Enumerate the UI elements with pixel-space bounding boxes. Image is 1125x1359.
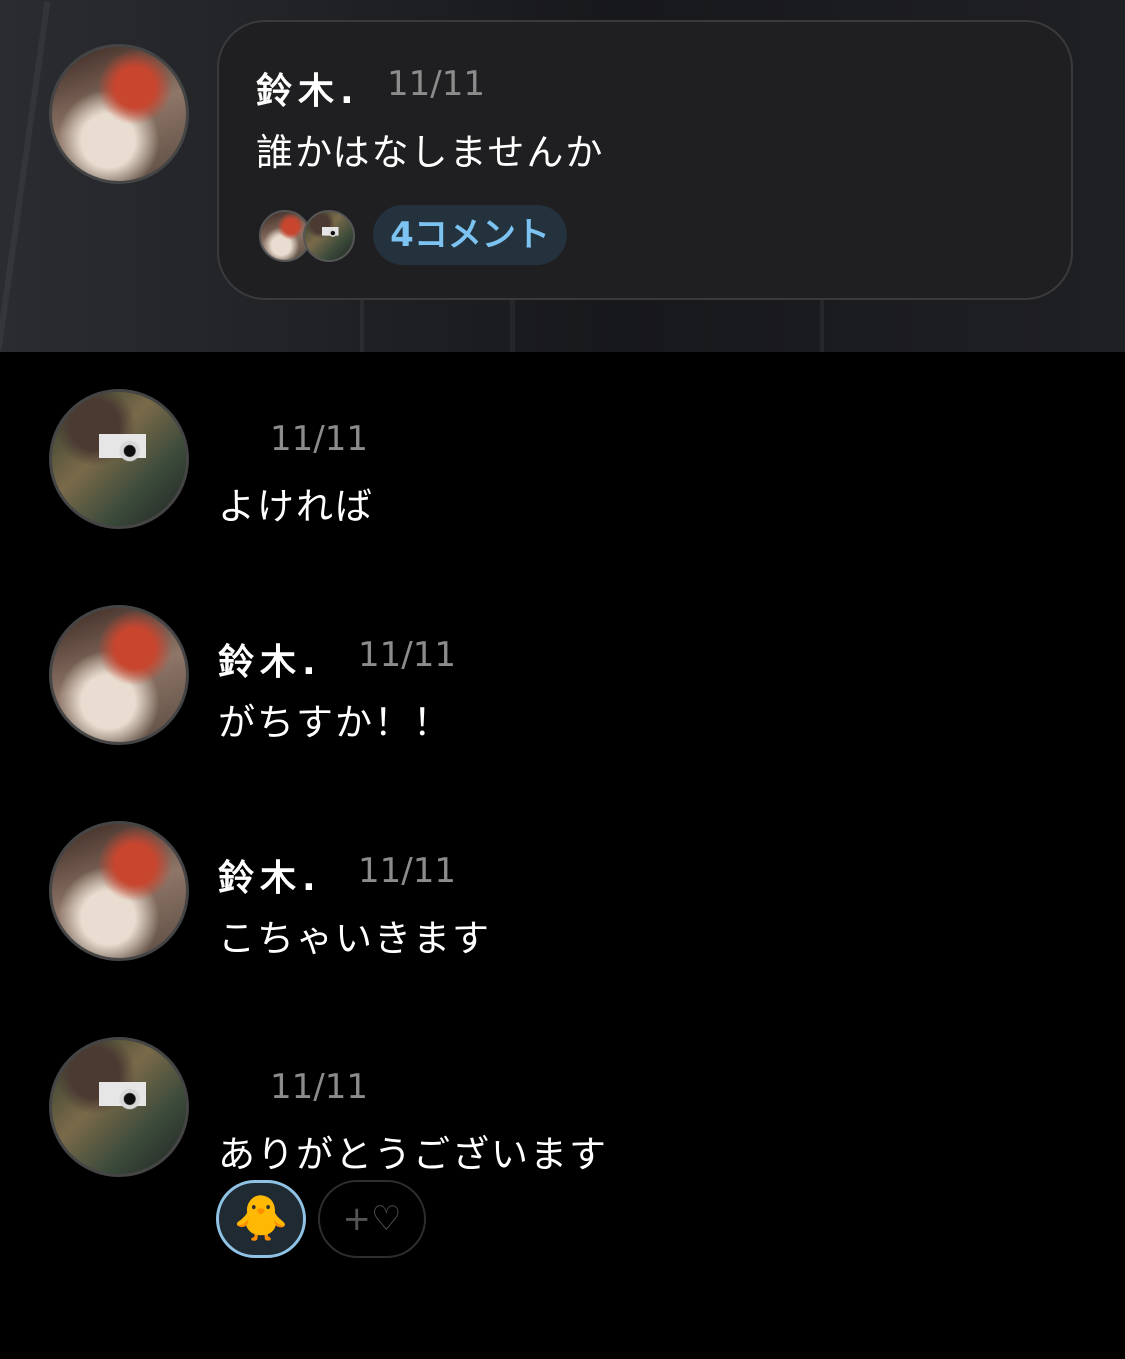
comment-text: ありがとうございます	[218, 1133, 608, 1176]
comment-text: よければ	[218, 485, 374, 528]
comment-avatar[interactable]	[49, 605, 189, 745]
add-reaction-button[interactable]: +♡	[318, 1180, 426, 1258]
post-author-name[interactable]: 鈴木.	[256, 62, 360, 114]
comment-author-name[interactable]: 鈴木.	[218, 849, 322, 901]
comment-avatar[interactable]	[49, 821, 189, 961]
comment-avatar[interactable]	[49, 389, 189, 529]
comment-count-button[interactable]: 4コメント	[373, 205, 567, 265]
post-author-avatar[interactable]	[49, 44, 189, 184]
comment-date: 11/11	[270, 419, 368, 459]
post-text: 誰かはなしませんか	[256, 131, 605, 174]
comment-avatar[interactable]	[49, 1037, 189, 1177]
comment-date: 11/11	[358, 851, 456, 891]
commenter-avatar-2	[303, 210, 355, 262]
comment-author-name[interactable]: 鈴木.	[218, 633, 322, 685]
comment-date: 11/11	[358, 635, 456, 675]
comment-text: こちゃいきます	[218, 917, 491, 960]
comment-text: がちすか！！	[218, 701, 452, 744]
chick-reaction-button[interactable]: 🐥	[216, 1180, 306, 1258]
post-date: 11/11	[387, 64, 485, 104]
comment-date: 11/11	[270, 1067, 368, 1107]
